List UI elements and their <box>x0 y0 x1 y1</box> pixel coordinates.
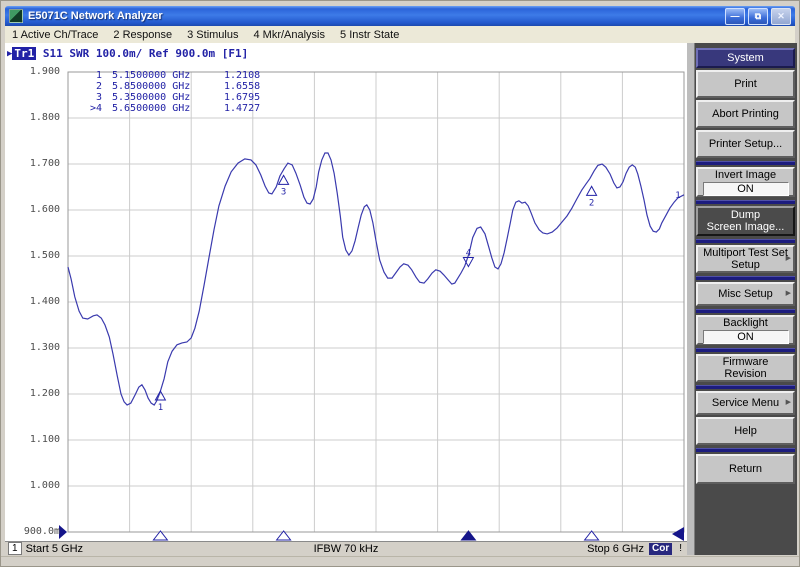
window-title: E5071C Network Analyzer <box>28 10 722 22</box>
ifbw-label: IFBW 70 kHz <box>5 543 687 555</box>
warning-indicator: ! <box>677 543 684 554</box>
y-axis-label: 1.600 <box>5 204 60 216</box>
softkey-return[interactable]: Return <box>696 454 795 484</box>
y-axis-label: 1.400 <box>5 296 60 308</box>
minimize-button[interactable]: — <box>725 8 745 25</box>
marker-2-number: 2 <box>86 81 102 92</box>
marker-number-label: 2 <box>589 198 594 208</box>
stimulus-marker-icon <box>585 531 599 540</box>
softkey-sidebar: System Print Abort Printing Printer Setu… <box>687 43 797 555</box>
active-marker-icon <box>463 258 473 267</box>
y-axis-label: 1.100 <box>5 434 60 446</box>
menu-stimulus[interactable]: 3 Stimulus <box>187 29 238 41</box>
y-axis-label: 900.0m <box>5 526 60 538</box>
plot-frame <box>68 72 684 532</box>
trace-badge[interactable]: Tr1 <box>12 47 36 60</box>
softkey-separator <box>696 309 795 313</box>
marker-3-value: 1.6795 <box>224 92 260 103</box>
y-axis-label: 1.200 <box>5 388 60 400</box>
y-axis-label: 1.300 <box>5 342 60 354</box>
softkey-firmware-revision[interactable]: FirmwareRevision <box>696 354 795 382</box>
marker-row-3: 3 5.3500000 GHz1.6795 <box>86 92 260 103</box>
invert-image-state: ON <box>703 182 789 196</box>
y-axis-label: 1.900 <box>5 66 60 78</box>
softkey-system-header: System <box>696 48 795 68</box>
softkey-invert-image[interactable]: Invert Image ON <box>696 167 795 197</box>
backlight-state: ON <box>703 330 789 344</box>
softkey-separator <box>696 276 795 280</box>
swr-plot: 11234 <box>5 43 687 555</box>
marker-row-4: >4 5.6500000 GHz1.4727 <box>86 103 260 114</box>
marker-1-value: 1.2108 <box>224 70 260 81</box>
softkey-misc-setup[interactable]: Misc Setup ▶ <box>696 282 795 306</box>
marker-4-value: 1.4727 <box>224 103 260 114</box>
menu-response[interactable]: 2 Response <box>113 29 172 41</box>
marker-icon <box>155 391 165 400</box>
marker-2-frequency: 5.8500000 GHz <box>112 81 224 92</box>
marker-table: 1 5.1500000 GHz1.2108 2 5.8500000 GHz1.655… <box>86 70 260 114</box>
marker-row-1: 1 5.1500000 GHz1.2108 <box>86 70 260 81</box>
app-icon <box>9 9 23 23</box>
softkey-help[interactable]: Help <box>696 417 795 445</box>
trace-number-label: 1 <box>675 191 680 201</box>
y-axis-label: 1.500 <box>5 250 60 262</box>
marker-4-number: >4 <box>86 103 102 114</box>
softkey-dump-screen-image[interactable]: DumpScreen Image... <box>696 206 795 236</box>
marker-row-2: 2 5.8500000 GHz1.6558 <box>86 81 260 92</box>
marker-3-number: 3 <box>86 92 102 103</box>
stop-frequency-label: Stop 6 GHz <box>587 543 644 555</box>
softkey-separator <box>696 348 795 352</box>
marker-icon <box>587 186 597 195</box>
softkey-separator <box>696 200 795 204</box>
menu-mkr-analysis[interactable]: 4 Mkr/Analysis <box>253 29 325 41</box>
softkey-service-menu[interactable]: Service Menu ▶ <box>696 391 795 415</box>
y-axis-label: 1.700 <box>5 158 60 170</box>
correction-badge: Cor <box>649 543 672 555</box>
sweep-edge-icon <box>672 527 684 541</box>
softkey-separator <box>696 385 795 389</box>
active-stimulus-marker-icon <box>461 531 475 540</box>
window-bottom-edge <box>1 556 799 557</box>
softkey-separator <box>696 448 795 452</box>
marker-4-frequency: 5.6500000 GHz <box>112 103 224 114</box>
softkey-multiport-test-set-setup[interactable]: Multiport Test SetSetup ▶ <box>696 245 795 273</box>
stimulus-marker-icon <box>277 531 291 540</box>
submenu-arrow-icon: ▶ <box>786 288 791 300</box>
marker-3-frequency: 5.3500000 GHz <box>112 92 224 103</box>
marker-number-label: 1 <box>158 403 163 413</box>
softkey-abort-printing[interactable]: Abort Printing <box>696 100 795 128</box>
softkey-scrollbar[interactable] <box>687 43 695 555</box>
y-axis-label: 1.800 <box>5 112 60 124</box>
menu-active-ch-trace[interactable]: 1 Active Ch/Trace <box>12 29 98 41</box>
softkey-separator <box>696 161 795 165</box>
measurement-area: 11234 ▶Tr1 S11 SWR 100.0m/ Ref 900.0m [F… <box>5 43 687 555</box>
submenu-arrow-icon: ▶ <box>786 397 791 409</box>
softkey-print[interactable]: Print <box>696 70 795 98</box>
stimulus-marker-icon <box>153 531 167 540</box>
marker-1-number: 1 <box>86 70 102 81</box>
app-window: E5071C Network Analyzer — ⧉ ✕ 1 Active C… <box>0 0 800 567</box>
trace-format-label: S11 SWR 100.0m/ Ref 900.0m [F1] <box>36 47 248 60</box>
marker-1-frequency: 5.1500000 GHz <box>112 70 224 81</box>
menu-bar: 1 Active Ch/Trace 2 Response 3 Stimulus … <box>5 26 795 44</box>
close-button[interactable]: ✕ <box>771 8 791 25</box>
restore-button[interactable]: ⧉ <box>748 8 768 25</box>
trace-header: ▶Tr1 S11 SWR 100.0m/ Ref 900.0m [F1] <box>7 47 248 60</box>
submenu-arrow-icon: ▶ <box>786 253 791 265</box>
status-bar: 1 Start 5 GHz IFBW 70 kHz Stop 6 GHz Cor… <box>5 541 687 555</box>
softkey-printer-setup[interactable]: Printer Setup... <box>696 130 795 158</box>
title-bar: E5071C Network Analyzer — ⧉ ✕ <box>5 6 795 26</box>
y-axis-label: 1.000 <box>5 480 60 492</box>
swr-trace <box>68 153 684 405</box>
menu-instr-state[interactable]: 5 Instr State <box>340 29 399 41</box>
softkey-separator <box>696 239 795 243</box>
marker-number-label: 4 <box>466 249 471 259</box>
marker-number-label: 3 <box>281 187 286 197</box>
softkey-backlight[interactable]: Backlight ON <box>696 315 795 345</box>
reference-level-icon <box>59 525 67 539</box>
marker-icon <box>279 175 289 184</box>
marker-2-value: 1.6558 <box>224 81 260 92</box>
